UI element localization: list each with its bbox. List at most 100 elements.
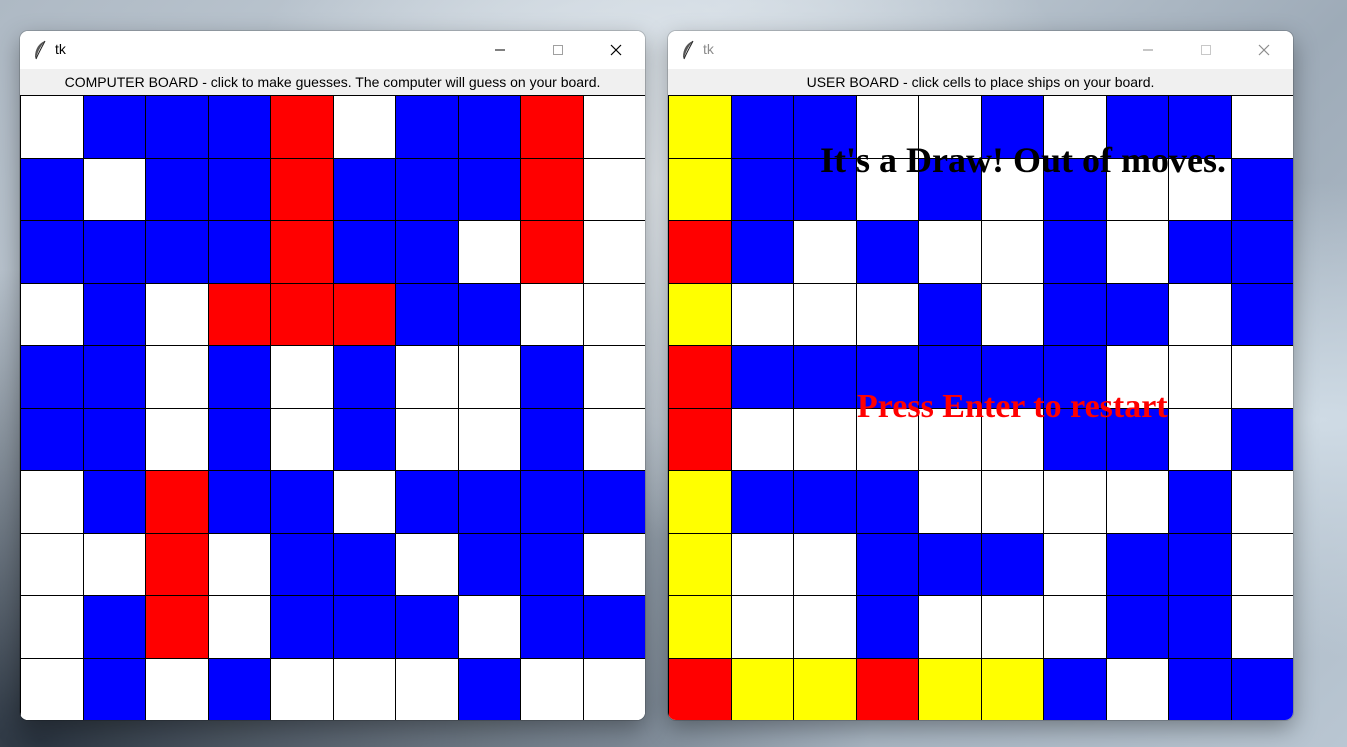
grid-cell[interactable] [730,657,794,720]
grid-cell[interactable] [918,220,982,284]
grid-cell[interactable] [332,657,396,720]
grid-cell[interactable] [207,157,271,221]
grid-cell[interactable] [668,470,732,534]
grid-cell[interactable] [332,407,396,471]
grid-cell[interactable] [395,157,459,221]
grid-cell[interactable] [145,595,209,659]
grid-cell[interactable] [855,595,919,659]
grid-cell[interactable] [332,157,396,221]
grid-cell[interactable] [668,595,732,659]
grid-cell[interactable] [207,282,271,346]
grid-cell[interactable] [332,470,396,534]
grid-cell[interactable] [520,595,584,659]
grid-cell[interactable] [1230,532,1293,596]
grid-cell[interactable] [1230,95,1293,159]
grid-cell[interactable] [730,157,794,221]
close-button[interactable] [587,31,645,69]
grid-cell[interactable] [1230,657,1293,720]
minimize-button[interactable] [471,31,529,69]
grid-cell[interactable] [270,282,334,346]
grid-cell[interactable] [207,470,271,534]
grid-cell[interactable] [980,595,1044,659]
grid-cell[interactable] [582,532,645,596]
grid-cell[interactable] [1230,470,1293,534]
grid-cell[interactable] [1168,282,1232,346]
grid-cell[interactable] [332,595,396,659]
grid-cell[interactable] [145,407,209,471]
grid-cell[interactable] [1043,220,1107,284]
grid-cell[interactable] [855,220,919,284]
grid-cell[interactable] [668,282,732,346]
grid-cell[interactable] [82,657,146,720]
grid-cell[interactable] [395,532,459,596]
close-button[interactable] [1235,31,1293,69]
grid-cell[interactable] [457,282,521,346]
grid-cell[interactable] [145,470,209,534]
grid-cell[interactable] [730,282,794,346]
grid-cell[interactable] [855,532,919,596]
grid-cell[interactable] [668,95,732,159]
grid-cell[interactable] [855,470,919,534]
grid-cell[interactable] [1105,220,1169,284]
maximize-button[interactable] [1177,31,1235,69]
grid-cell[interactable] [395,345,459,409]
grid-cell[interactable] [1230,595,1293,659]
grid-cell[interactable] [668,220,732,284]
grid-cell[interactable] [1230,345,1293,409]
grid-cell[interactable] [918,532,982,596]
grid-cell[interactable] [730,595,794,659]
grid-cell[interactable] [520,282,584,346]
grid-cell[interactable] [20,532,84,596]
grid-cell[interactable] [1105,532,1169,596]
grid-cell[interactable] [207,345,271,409]
grid-cell[interactable] [520,532,584,596]
grid-cell[interactable] [457,345,521,409]
grid-cell[interactable] [82,595,146,659]
grid-cell[interactable] [20,220,84,284]
grid-cell[interactable] [1230,220,1293,284]
grid-cell[interactable] [82,470,146,534]
grid-cell[interactable] [270,345,334,409]
grid-cell[interactable] [82,345,146,409]
grid-cell[interactable] [145,532,209,596]
grid-cell[interactable] [582,95,645,159]
grid-cell[interactable] [82,282,146,346]
grid-cell[interactable] [457,220,521,284]
grid-cell[interactable] [793,595,857,659]
grid-cell[interactable] [82,157,146,221]
grid-cell[interactable] [20,657,84,720]
grid-cell[interactable] [332,95,396,159]
grid-cell[interactable] [582,595,645,659]
grid-cell[interactable] [1168,470,1232,534]
grid-cell[interactable] [207,95,271,159]
grid-cell[interactable] [582,345,645,409]
grid-cell[interactable] [668,407,732,471]
title-bar[interactable]: tk [20,31,645,69]
grid-cell[interactable] [1230,157,1293,221]
grid-cell[interactable] [270,157,334,221]
grid-cell[interactable] [270,220,334,284]
grid-cell[interactable] [1168,595,1232,659]
grid-cell[interactable] [457,532,521,596]
grid-cell[interactable] [457,470,521,534]
grid-cell[interactable] [1043,657,1107,720]
grid-cell[interactable] [520,95,584,159]
grid-cell[interactable] [82,95,146,159]
grid-cell[interactable] [520,157,584,221]
grid-cell[interactable] [855,282,919,346]
grid-cell[interactable] [980,282,1044,346]
grid-cell[interactable] [730,220,794,284]
grid-cell[interactable] [457,157,521,221]
grid-cell[interactable] [918,282,982,346]
grid-cell[interactable] [1105,282,1169,346]
maximize-button[interactable] [529,31,587,69]
grid-cell[interactable] [20,470,84,534]
grid-cell[interactable] [1168,220,1232,284]
grid-cell[interactable] [145,157,209,221]
grid-cell[interactable] [20,595,84,659]
minimize-button[interactable] [1119,31,1177,69]
grid-cell[interactable] [457,407,521,471]
user-board-grid[interactable]: It's a Draw! Out of moves. Press Enter t… [668,95,1293,720]
grid-cell[interactable] [145,657,209,720]
grid-cell[interactable] [270,595,334,659]
